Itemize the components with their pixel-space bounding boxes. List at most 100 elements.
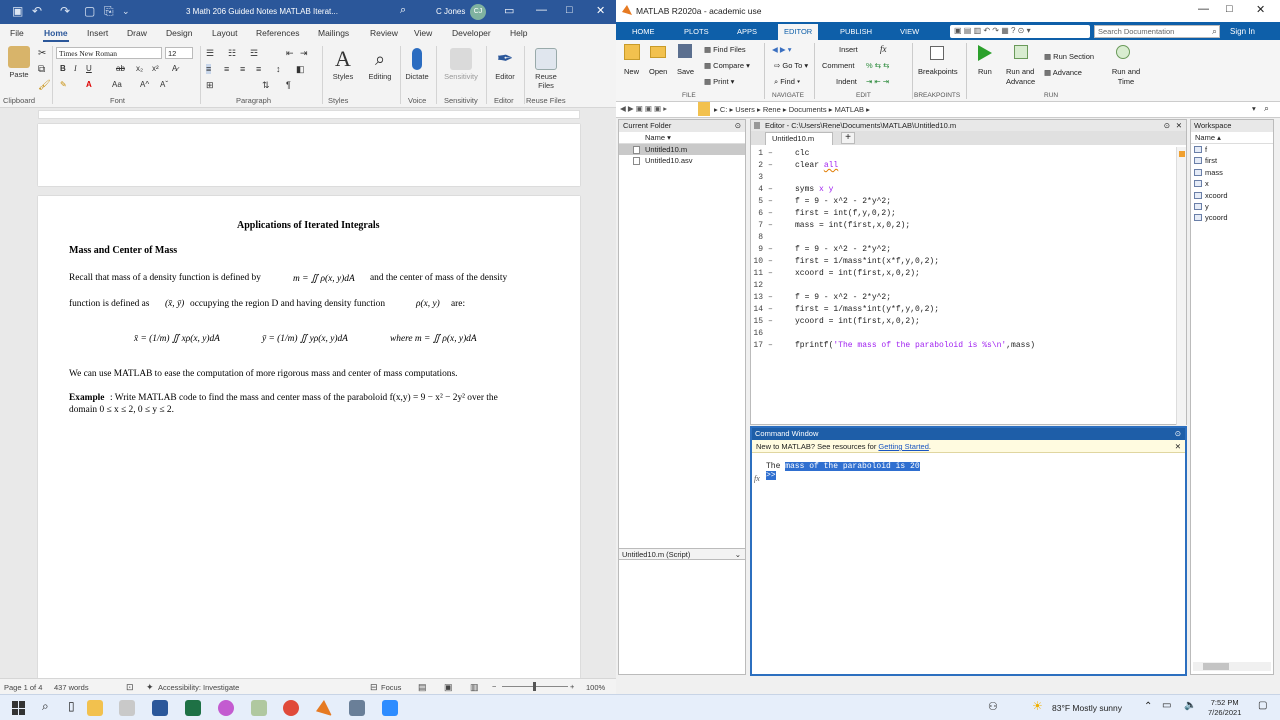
minimize-icon[interactable]: —	[536, 4, 547, 16]
advance-button[interactable]: ▦ Advance	[1044, 68, 1082, 77]
panel-actions-icon[interactable]: ⊙	[1164, 120, 1170, 131]
close-icon[interactable]: ✕	[1256, 3, 1265, 16]
path-part[interactable]: MATLAB	[835, 105, 864, 114]
redo-icon[interactable]: ↷	[60, 4, 70, 18]
column-header-name[interactable]: Name ▾	[619, 132, 745, 144]
paste-button[interactable]: Paste	[6, 46, 32, 79]
align-right-icon[interactable]: ≡	[240, 64, 245, 74]
new-icon[interactable]	[624, 44, 640, 60]
tab-file[interactable]: File	[10, 28, 24, 38]
ribbon-display-icon[interactable]: ▭	[504, 4, 514, 17]
command-window-panel[interactable]: Command Window ⊙ New to MATLAB? See resou…	[750, 426, 1187, 676]
underline-button[interactable]: U	[86, 64, 92, 73]
minimize-icon[interactable]: —	[1198, 3, 1209, 15]
print-button[interactable]: ▦ Print ▾	[704, 77, 734, 86]
sensitivity-button[interactable]: Sensitivity	[440, 48, 482, 81]
task-view-icon[interactable]: ▯	[68, 699, 75, 713]
path-part[interactable]: C:	[720, 105, 728, 114]
bullets-icon[interactable]: ☰	[206, 48, 214, 59]
workspace-var[interactable]: mass	[1191, 167, 1273, 178]
focus-button[interactable]: Focus	[381, 683, 401, 692]
file-explorer-icon[interactable]	[87, 700, 103, 716]
editor-scrollbar[interactable]	[1176, 147, 1186, 425]
tab-publish[interactable]: PUBLISH	[840, 27, 872, 36]
network-icon[interactable]: ⚇	[988, 700, 998, 713]
tab-mailings[interactable]: Mailings	[318, 28, 349, 38]
run-advance-button[interactable]: Run and Advance	[1006, 67, 1046, 87]
find-button[interactable]: ⌕ Find ▾	[774, 77, 800, 87]
search-icon[interactable]: ⌕	[1212, 26, 1217, 37]
excel-icon[interactable]	[185, 700, 201, 716]
matlab-icon[interactable]	[316, 700, 332, 716]
subscript-button[interactable]: x₂	[136, 64, 143, 73]
workspace-var[interactable]: x	[1191, 178, 1273, 189]
start-icon[interactable]	[12, 701, 26, 715]
scrollbar-thumb[interactable]	[1203, 663, 1229, 670]
panel-actions-icon[interactable]: ⊙	[1175, 428, 1181, 440]
zoom-slider-thumb[interactable]	[533, 682, 536, 691]
file-item[interactable]: Untitled10.m	[619, 144, 745, 155]
breakpoints-button[interactable]: Breakpoints	[918, 67, 958, 76]
workspace-var[interactable]: y	[1191, 201, 1273, 212]
numbering-icon[interactable]: ☷	[228, 48, 236, 59]
breakpoints-icon[interactable]	[930, 46, 944, 60]
decrease-indent-icon[interactable]: ⇤	[286, 48, 294, 59]
comment-icons[interactable]: % ⇆ ⇆	[866, 61, 889, 70]
command-prompt[interactable]: >>	[766, 471, 776, 480]
column-header-name[interactable]: Name ▴	[1191, 132, 1273, 144]
back-forward-icon[interactable]: ◀ ▶ ▾	[772, 45, 791, 54]
justify-icon[interactable]: ≡	[256, 64, 261, 74]
font-color-icon[interactable]: A	[86, 80, 92, 89]
path-part[interactable]: Documents	[789, 105, 827, 114]
undo-icon[interactable]: ↶	[32, 4, 42, 18]
shading-icon[interactable]: ◧	[296, 64, 305, 75]
address-bar[interactable]: ◀ ▶ ▣ ▣ ▣ ▸ ▸ C: ▸ Users ▸ Rene ▸ Docume…	[616, 102, 1280, 118]
italic-button[interactable]: I	[74, 64, 77, 73]
multilevel-icon[interactable]: ☲	[250, 48, 258, 59]
documentation-search-input[interactable]: Search Documentation	[1094, 25, 1220, 38]
run-section-button[interactable]: ▦ Run Section	[1044, 52, 1094, 61]
file-item[interactable]: Untitled10.asv	[619, 155, 745, 166]
tab-insert[interactable]: Insert	[87, 28, 108, 38]
path-dropdown-icon[interactable]: ▾	[1252, 104, 1256, 113]
copy-icon[interactable]: ⧉	[38, 64, 45, 75]
font-size-select[interactable]: 12	[165, 47, 193, 59]
fx-button[interactable]: fx	[880, 44, 887, 54]
doc-icon[interactable]: ▢	[84, 4, 95, 18]
shrink-font-icon[interactable]: Aˇ	[160, 80, 168, 89]
search-icon[interactable]: ⌕	[42, 699, 49, 714]
proofing-icon[interactable]: ⊡	[126, 682, 134, 693]
page-2[interactable]: Applications of Iterated Integrals Mass …	[38, 196, 580, 678]
close-icon[interactable]: ✕	[596, 4, 605, 17]
align-left-icon[interactable]: ≡	[206, 64, 212, 74]
workspace-scrollbar[interactable]	[1193, 662, 1271, 671]
weather-text[interactable]: 83°F Mostly sunny	[1052, 703, 1122, 713]
indent-icons[interactable]: ⇥ ⇤ ⇥	[866, 77, 889, 86]
fx-icon[interactable]: fx	[754, 474, 760, 483]
zoom-out-icon[interactable]: −	[492, 682, 496, 691]
print-layout-icon[interactable]: ▣	[444, 682, 453, 693]
sign-in-link[interactable]: Sign In	[1230, 27, 1255, 36]
open-icon[interactable]	[650, 46, 666, 58]
save-icon[interactable]: ▣	[12, 4, 23, 18]
goto-button[interactable]: ⇨ Go To ▾	[774, 61, 808, 70]
document-title[interactable]: 3 Math 206 Guided Notes MATLAB Iterat...	[186, 7, 338, 16]
save-button[interactable]: Save	[677, 67, 694, 76]
align-center-icon[interactable]: ≡	[224, 64, 229, 74]
page-count[interactable]: Page 1 of 4	[4, 683, 42, 692]
dictate-button[interactable]: Dictate	[402, 48, 432, 81]
show-marks-icon[interactable]: ¶	[286, 80, 291, 90]
tab-design[interactable]: Design	[166, 28, 192, 38]
customize-icon[interactable]: ⌄	[122, 6, 130, 17]
comment-button[interactable]: Comment	[822, 61, 855, 70]
clock[interactable]: 7:52 PM 7/26/2021	[1208, 698, 1241, 718]
workspace-var[interactable]: first	[1191, 155, 1273, 166]
insert-button[interactable]: Insert	[839, 45, 858, 54]
grow-font-icon[interactable]: A^	[140, 80, 149, 89]
tab-draw[interactable]: Draw	[127, 28, 147, 38]
bold-button[interactable]: B	[60, 64, 66, 73]
warning-marker-icon[interactable]	[1179, 151, 1185, 157]
cut-icon[interactable]: ✂	[38, 48, 46, 59]
tab-plots[interactable]: PLOTS	[684, 27, 709, 36]
indent-button[interactable]: Indent	[836, 77, 857, 86]
